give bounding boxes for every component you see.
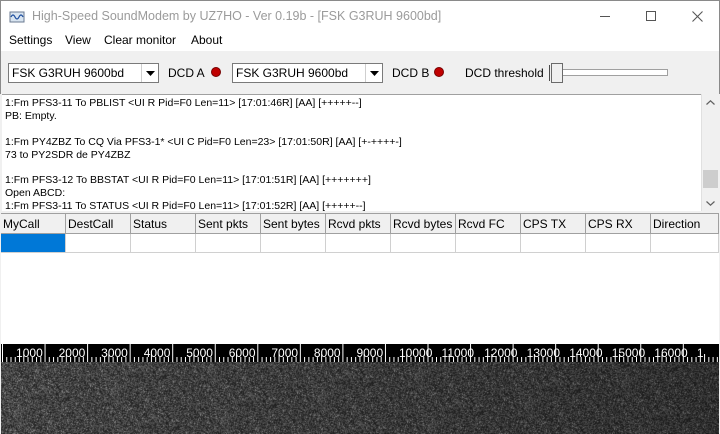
monitor-line: 1:Fm PFS3-12 To BBSTAT <UI R Pid=F0 Len=… <box>5 174 371 187</box>
dcd-threshold-label: DCD threshold <box>465 66 544 80</box>
dcd-b-led-icon <box>434 67 444 77</box>
modem-b-select[interactable]: FSK G3RUH 9600bd <box>232 63 383 83</box>
ruler-label: 14000 <box>569 346 603 360</box>
column-header[interactable]: Sent pkts <box>196 214 261 234</box>
ruler-label: 13000 <box>526 346 561 360</box>
monitor-line: 1:Fm PY4ZBZ To CQ Via PFS3-1* <UI C Pid=… <box>5 135 402 148</box>
chevron-up-icon <box>706 99 715 105</box>
waterfall-canvas <box>1 362 719 434</box>
monitor-line: 73 to PY2SDR de PY4ZBZ <box>5 148 131 161</box>
close-icon <box>691 10 703 22</box>
modem-a-value: FSK G3RUH 9600bd <box>12 66 125 80</box>
table-cell[interactable] <box>391 234 456 253</box>
column-header[interactable]: Rcvd FC <box>456 214 521 234</box>
column-header[interactable]: Status <box>131 214 196 234</box>
dcd-b-label: DCD B <box>392 66 430 80</box>
chevron-down-icon <box>145 70 155 76</box>
ruler-label: 5000 <box>186 346 213 360</box>
monitor-line: PB: Empty. <box>5 109 57 122</box>
connections-table[interactable]: MyCall DestCall Status Sent pkts Sent bytes R… <box>1 213 719 344</box>
menu-view[interactable]: View <box>65 33 91 47</box>
dcd-a-led-icon <box>211 67 221 77</box>
waterfall-display[interactable] <box>1 362 719 434</box>
table-cell[interactable] <box>586 234 651 253</box>
ruler-label: 6000 <box>228 346 256 360</box>
maximize-icon <box>646 11 656 21</box>
column-header[interactable]: Direction <box>651 214 719 234</box>
table-cell[interactable] <box>521 234 586 253</box>
window-title: High-Speed SoundModem by UZ7HO - Ver 0.1… <box>32 9 442 23</box>
monitor-line: 1:Fm PFS3-11 To STATUS <UI R Pid=F0 Len=… <box>5 200 366 211</box>
app-icon[interactable] <box>9 9 25 25</box>
monitor-line: 1:Fm PFS3-11 To PBLIST <UI R Pid=F0 Len=… <box>5 97 362 109</box>
modem-b-value: FSK G3RUH 9600bd <box>236 66 349 80</box>
column-header[interactable]: DestCall <box>66 214 131 234</box>
slider-track[interactable] <box>554 69 668 76</box>
maximize-button[interactable] <box>628 1 674 31</box>
table-cell[interactable] <box>131 234 196 253</box>
table-cell[interactable] <box>66 234 131 253</box>
chevron-down-icon <box>369 70 379 76</box>
modem-b-dropdown-button[interactable] <box>365 64 382 82</box>
scroll-thumb[interactable] <box>703 170 718 188</box>
table-cell[interactable] <box>326 234 391 253</box>
selected-table-cell[interactable] <box>1 234 66 253</box>
menu-settings[interactable]: Settings <box>9 33 52 47</box>
column-header[interactable]: CPS RX <box>586 214 651 234</box>
monitor-scrollbar[interactable] <box>701 94 718 211</box>
ruler-label: 15000 <box>611 346 646 360</box>
monitor-line: Open ABCD: <box>5 187 66 200</box>
ruler-label: 2000 <box>58 346 86 360</box>
chevron-down-icon <box>706 200 715 206</box>
column-header[interactable]: Rcvd bytes <box>391 214 456 234</box>
modem-a-select[interactable]: FSK G3RUH 9600bd <box>8 63 159 83</box>
monitor-text-area[interactable]: 1:Fm PFS3-11 To PBLIST <UI R Pid=F0 Len=… <box>2 94 702 211</box>
column-header[interactable]: MyCall <box>1 214 66 234</box>
ruler-label: 1 <box>696 346 704 360</box>
ruler-label: 9000 <box>356 346 384 360</box>
menu-bar: Settings View Clear monitor About <box>0 31 720 51</box>
ruler-label: 1000 <box>16 346 43 360</box>
table-cell[interactable] <box>651 234 719 253</box>
scroll-down-button[interactable] <box>702 195 719 211</box>
minimize-button[interactable] <box>582 1 628 31</box>
ruler-label: 11000 <box>441 346 475 360</box>
menu-about[interactable]: About <box>191 33 222 47</box>
minimize-icon <box>600 16 610 17</box>
ruler-label: 7000 <box>271 346 299 360</box>
modem-a-dropdown-button[interactable] <box>141 64 158 82</box>
column-header[interactable]: CPS TX <box>521 214 586 234</box>
scroll-up-button[interactable] <box>702 94 719 110</box>
ruler-label: 4000 <box>143 346 171 360</box>
table-cell[interactable] <box>456 234 521 253</box>
table-cell[interactable] <box>261 234 326 253</box>
column-header[interactable]: Sent bytes <box>261 214 326 234</box>
dcd-threshold-slider[interactable] <box>549 62 668 84</box>
title-bar[interactable]: High-Speed SoundModem by UZ7HO - Ver 0.1… <box>0 0 720 31</box>
slider-thumb[interactable] <box>551 63 563 83</box>
ruler-label: 8000 <box>313 346 341 360</box>
dcd-a-label: DCD A <box>168 66 205 80</box>
table-cell[interactable] <box>196 234 261 253</box>
ruler-label: 3000 <box>101 346 128 360</box>
ruler-label: 10000 <box>399 346 433 360</box>
ruler-label: 12000 <box>484 346 518 360</box>
close-button[interactable] <box>674 1 720 31</box>
menu-clear-monitor[interactable]: Clear monitor <box>104 33 176 47</box>
ruler-label: 16000 <box>654 346 688 360</box>
column-header[interactable]: Rcvd pkts <box>326 214 391 234</box>
frequency-ruler: 1000 2000 3000 4000 5000 6000 7000 8000 9000 1000… <box>1 344 719 362</box>
slider-tick <box>549 65 550 81</box>
